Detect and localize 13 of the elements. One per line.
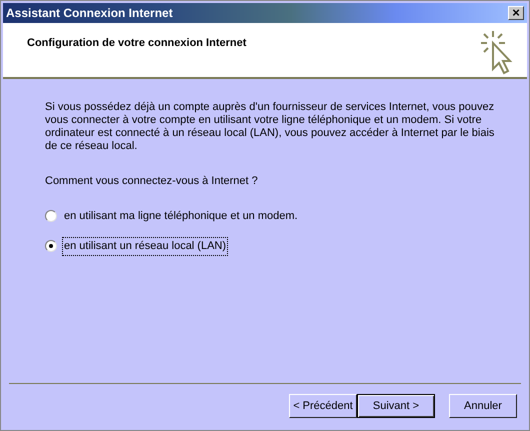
question-text: Comment vous connectez-vous à Internet ? xyxy=(45,174,259,189)
intro-paragraph: Si vous possédez déjà un compte auprès d'un fournisseur de services Internet, vous pouvez vous connecter à votre compte en utilisant votre ligne téléphonique et un modem. Si votre ordinateur est connecté à un réseau local (LAN), vous pouvez accéder à Internet par le biais de ce réseau local. xyxy=(45,101,495,153)
wizard-button[interactable]: < Précédent xyxy=(289,394,357,418)
radio-label[interactable]: en utilisant ma ligne téléphonique et un modem. xyxy=(62,206,300,225)
radio-button[interactable] xyxy=(45,240,57,252)
radio-label[interactable]: en utilisant un réseau local (LAN) xyxy=(62,237,228,256)
header-title: Configuration de votre connexion Internet xyxy=(27,36,246,51)
window-title: Assistant Connexion Internet xyxy=(6,5,173,22)
radio-button[interactable] xyxy=(45,210,57,222)
close-button[interactable]: × xyxy=(508,6,524,20)
wizard-button[interactable]: Annuler xyxy=(449,394,517,418)
wizard-button[interactable]: Suivant > xyxy=(357,394,435,418)
cursor-sparkle-icon xyxy=(479,29,513,75)
